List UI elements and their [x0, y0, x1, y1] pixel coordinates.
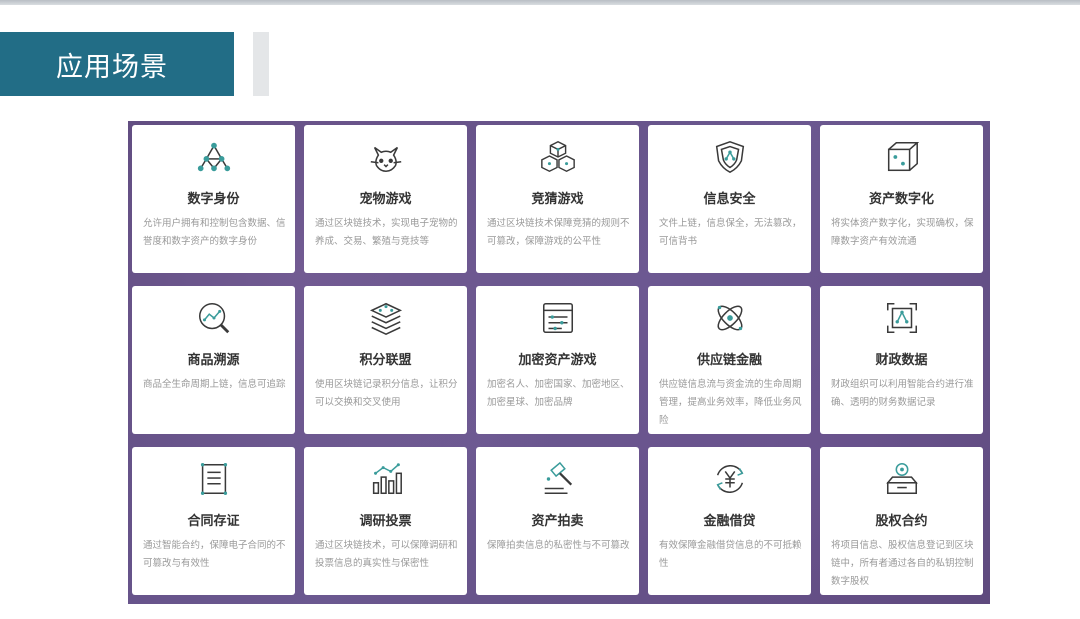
contract-icon	[132, 459, 295, 499]
scenario-card[interactable]: 财政数据财政组织可以利用智能合约进行准确、透明的财务数据记录	[820, 286, 983, 434]
equity-box-icon	[820, 459, 983, 499]
scenario-card-description: 将实体资产数字化，实现确权，保障数字资产有效流通	[831, 218, 974, 247]
scenario-card-description: 通过区块链技术，可以保障调研和投票信息的真实性与保密性	[315, 540, 458, 569]
scenario-card-title: 供应链金融	[696, 353, 762, 368]
scenario-card[interactable]: 信息安全文件上链，信息保全，无法篡改，可信背书	[648, 125, 811, 273]
scenario-card-title: 商品溯源	[187, 353, 240, 368]
scenario-grid-panel: 数字身份 允许用户拥有和控制包含数据、信誉度和数字资产的数字身份 宠物游戏 通过区块链…	[128, 121, 990, 604]
section-title-banner: 应用场景	[0, 32, 234, 96]
scenario-card[interactable]: 资产拍卖保障拍卖信息的私密性与不可篡改	[476, 447, 639, 595]
scenario-card-description: 商品全生命周期上链，信息可追踪	[143, 379, 286, 390]
top-rule	[0, 0, 1080, 5]
network-nodes-icon	[132, 137, 295, 177]
gavel-icon	[476, 459, 639, 499]
orbit-icon	[648, 298, 811, 338]
scenario-card-title: 加密资产游戏	[518, 353, 597, 368]
shield-icon	[648, 137, 811, 177]
scenario-card-title: 积分联盟	[359, 353, 412, 368]
scenario-card[interactable]: 商品溯源商品全生命周期上链，信息可追踪	[132, 286, 295, 434]
scenario-card-title: 资产拍卖	[531, 514, 584, 529]
scenario-card-title: 股权合约	[875, 514, 928, 529]
scenario-card-description: 通过智能合约，保障电子合同的不可篡改与有效性	[143, 540, 286, 569]
scenario-card[interactable]: 合同存证通过智能合约，保障电子合同的不可篡改与有效性	[132, 447, 295, 595]
scenario-card[interactable]: 调研投票通过区块链技术，可以保障调研和投票信息的真实性与保密性	[304, 447, 467, 595]
scenario-card-description: 供应链信息流与资金流的生命周期管理，提高业务效率，降低业务风险	[659, 379, 802, 426]
scenario-card-description: 文件上链，信息保全，无法篡改，可信背书	[659, 218, 802, 247]
scenario-card-title: 财政数据	[875, 353, 928, 368]
scenario-card-description: 通过区块链技术，实现电子宠物的养成、交易、繁殖与竞技等	[315, 218, 458, 247]
scenario-card-title: 资产数字化	[868, 192, 934, 207]
layers-icon	[304, 298, 467, 338]
bar-chart-icon	[304, 459, 467, 499]
yen-cycle-icon	[648, 459, 811, 499]
cat-icon	[304, 137, 467, 177]
scenario-card[interactable]: 积分联盟使用区块链记录积分信息，让积分可以交换和交叉使用	[304, 286, 467, 434]
scenario-card-description: 通过区块链技术保障竞猜的规则不可篡改，保障游戏的公平性	[487, 218, 630, 247]
cube-icon	[820, 137, 983, 177]
scenario-card-title: 合同存证	[187, 514, 240, 529]
scenario-card-description: 使用区块链记录积分信息，让积分可以交换和交叉使用	[315, 379, 458, 408]
scenario-card[interactable]: 竞猜游戏通过区块链技术保障竞猜的规则不可篡改，保障游戏的公平性	[476, 125, 639, 273]
scenario-card-description: 财政组织可以利用智能合约进行准确、透明的财务数据记录	[831, 379, 974, 408]
scenario-card-description: 将项目信息、股权信息登记到区块链中，所有者通过各自的私钥控制数字股权	[831, 540, 974, 587]
title-accent-bar	[253, 32, 269, 96]
scenario-card-title: 数字身份	[187, 192, 240, 207]
scenario-card[interactable]: 金融借贷有效保障金融借贷信息的不可抵赖性	[648, 447, 811, 595]
frame-nodes-icon	[820, 298, 983, 338]
page-title: 应用场景	[56, 51, 168, 83]
scenario-card[interactable]: 宠物游戏通过区块链技术，实现电子宠物的养成、交易、繁殖与竞技等	[304, 125, 467, 273]
scenario-card[interactable]: 数字身份允许用户拥有和控制包含数据、信誉度和数字资产的数字身份	[132, 125, 295, 273]
scenario-card[interactable]: 加密资产游戏加密名人、加密国家、加密地区、加密星球、加密品牌	[476, 286, 639, 434]
scenario-card-description: 允许用户拥有和控制包含数据、信誉度和数字资产的数字身份	[143, 218, 286, 247]
document-nodes-icon	[476, 298, 639, 338]
scenario-card-title: 金融借贷	[703, 514, 756, 529]
scenario-card[interactable]: 供应链金融供应链信息流与资金流的生命周期管理，提高业务效率，降低业务风险	[648, 286, 811, 434]
scenario-card-description: 保障拍卖信息的私密性与不可篡改	[487, 540, 630, 551]
scenario-card-description: 有效保障金融借贷信息的不可抵赖性	[659, 540, 802, 569]
scenario-card-description: 加密名人、加密国家、加密地区、加密星球、加密品牌	[487, 379, 630, 408]
magnify-trace-icon	[132, 298, 295, 338]
scenario-card[interactable]: 股权合约将项目信息、股权信息登记到区块链中，所有者通过各自的私钥控制数字股权	[820, 447, 983, 595]
scenario-card[interactable]: 资产数字化将实体资产数字化，实现确权，保障数字资产有效流通	[820, 125, 983, 273]
scenario-card-title: 信息安全	[703, 192, 756, 207]
scenario-card-title: 宠物游戏	[359, 192, 412, 207]
cubes-icon	[476, 137, 639, 177]
scenario-card-title: 竞猜游戏	[531, 192, 584, 207]
scenario-card-title: 调研投票	[359, 514, 412, 529]
